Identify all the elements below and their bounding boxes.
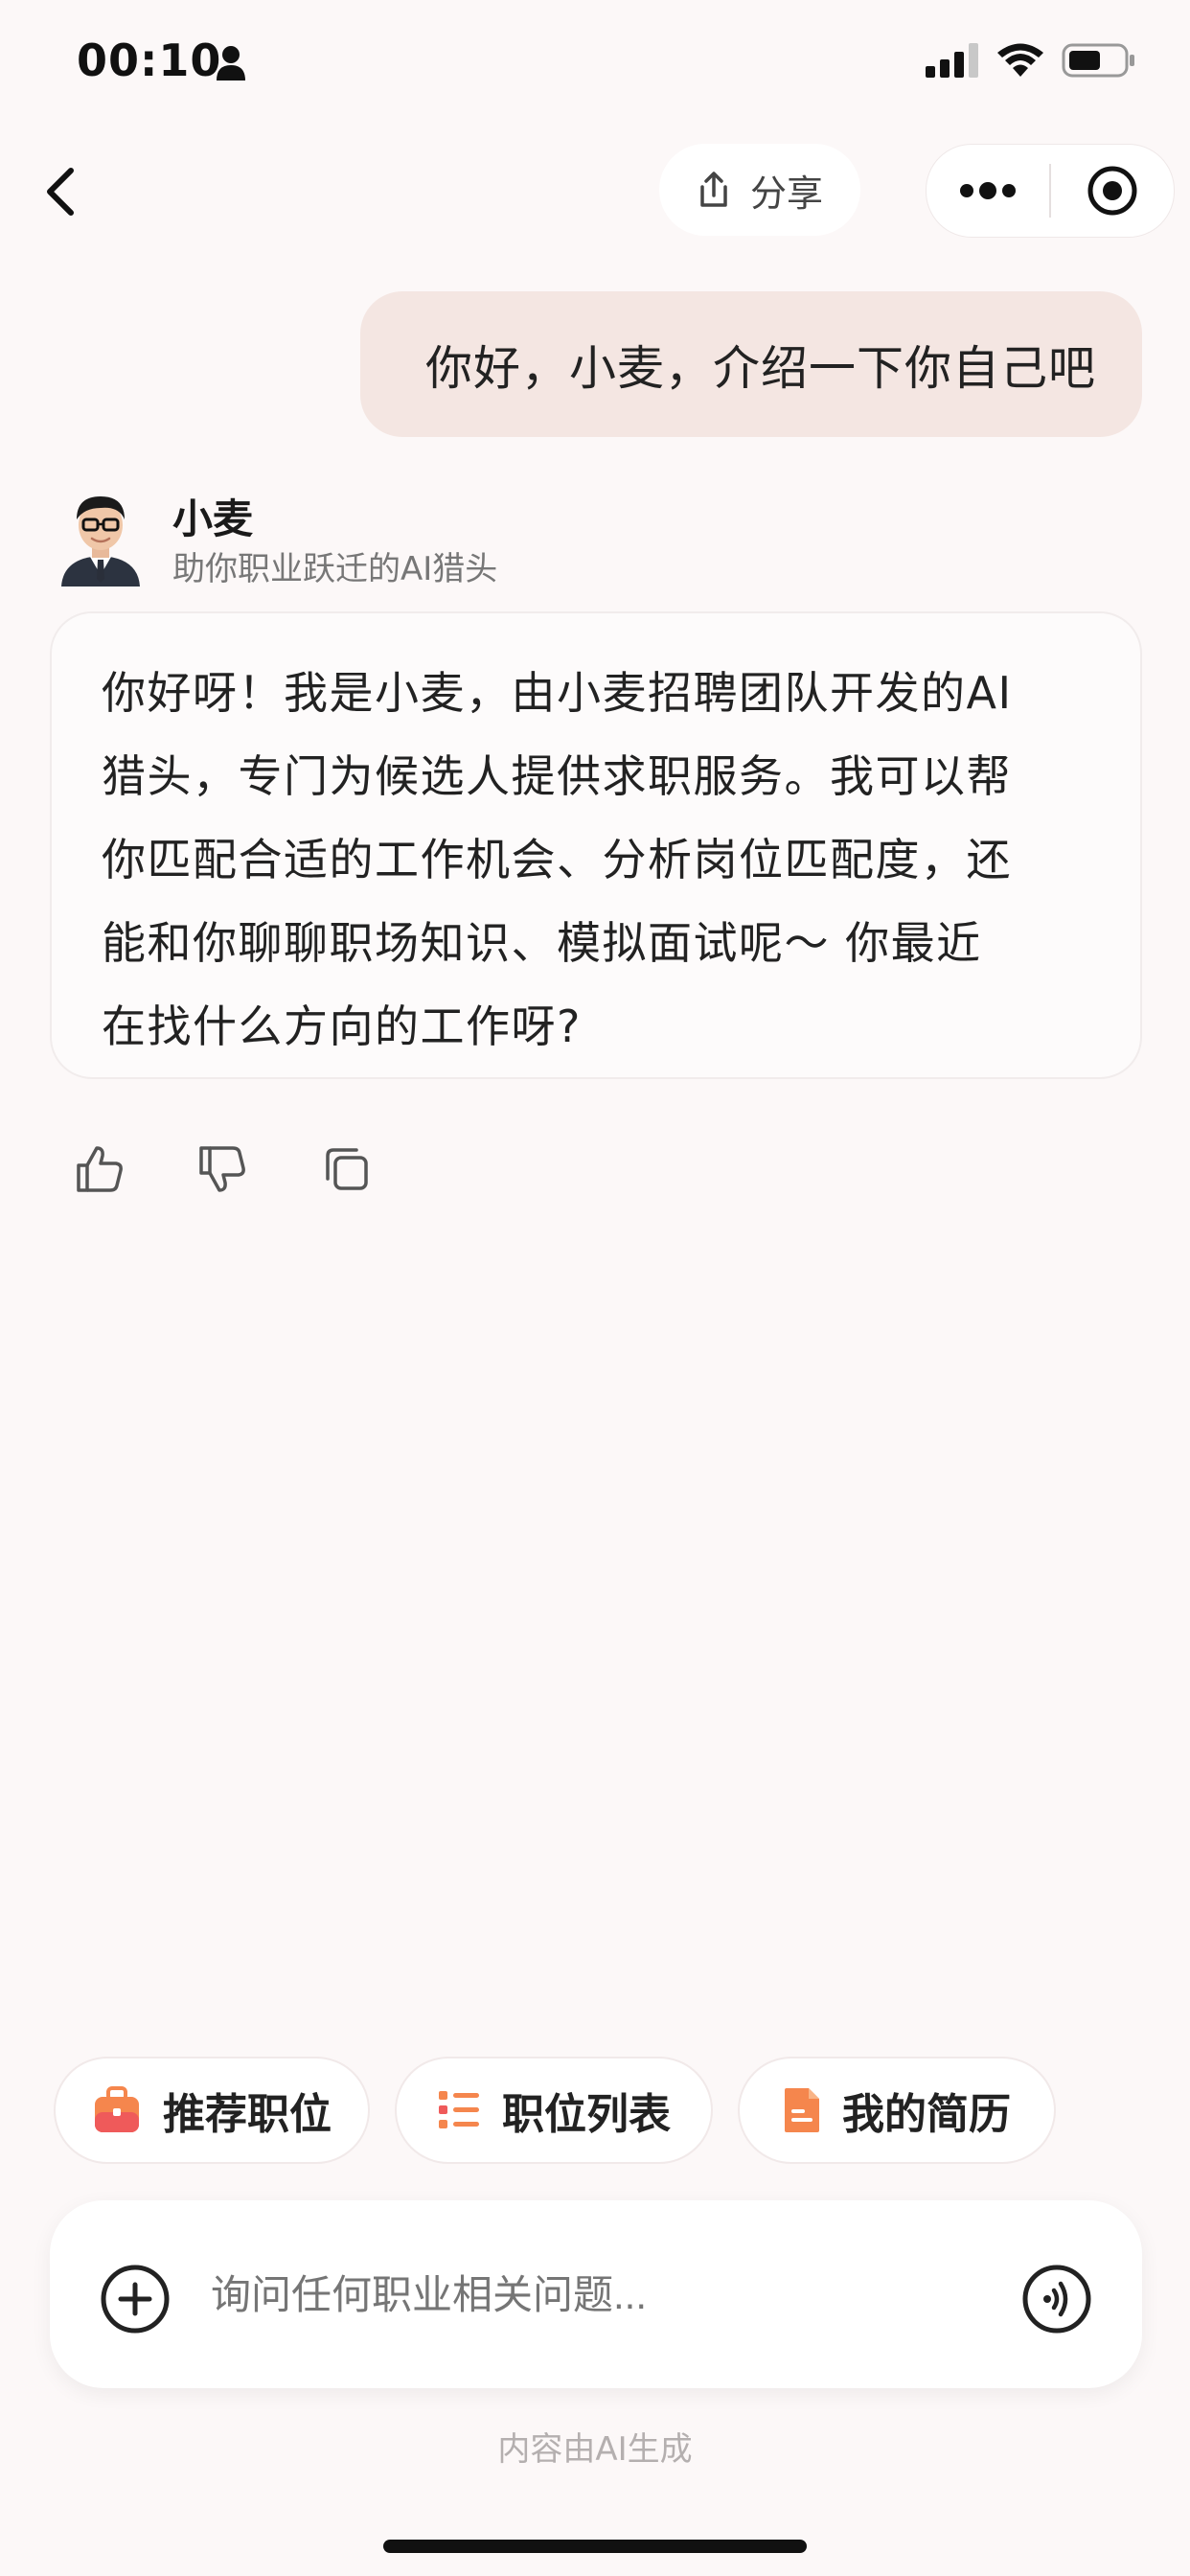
user-message-text: 你好，小麦，介绍一下你自己吧: [424, 340, 1096, 396]
more-dots-icon: [960, 182, 1016, 199]
battery-icon: [1062, 43, 1134, 78]
chip-label: 推荐职位: [163, 2090, 332, 2139]
signal-icon: [926, 43, 978, 78]
reply-line: 能和你聊聊职场知识、模拟面试呢～ 你最近: [102, 917, 982, 969]
bot-subtitle: 助你职业跃迁的AI猎头: [172, 550, 498, 588]
assistant-reply-bubble: 你好呀！我是小麦，由小麦招聘团队开发的AI 猎头，专门为候选人提供求职服务。我可…: [50, 611, 1142, 1079]
wifi-icon: [997, 43, 1043, 77]
thumbs-down-icon[interactable]: [195, 1142, 249, 1196]
document-icon: [785, 2088, 819, 2132]
my-resume-chip[interactable]: 我的简历: [738, 2057, 1056, 2164]
more-button[interactable]: [927, 145, 1049, 237]
status-icons: [926, 42, 1136, 79]
share-label: 分享: [749, 172, 823, 215]
copy-icon[interactable]: [320, 1142, 374, 1196]
chip-label: 职位列表: [502, 2090, 671, 2139]
message-input[interactable]: [209, 2271, 979, 2319]
user-message-bubble: 你好，小麦，介绍一下你自己吧: [360, 291, 1142, 437]
share-button[interactable]: 分享: [659, 144, 860, 236]
home-indicator[interactable]: [383, 2540, 807, 2553]
reply-line: 在找什么方向的工作呀?: [102, 1000, 582, 1052]
plus-circle-icon[interactable]: [100, 2264, 171, 2334]
list-icon: [439, 2091, 479, 2128]
share-icon: [700, 172, 727, 207]
miniprogram-capsule: [926, 144, 1175, 238]
chip-label: 我的简历: [842, 2090, 1011, 2139]
thumbs-up-icon[interactable]: [73, 1142, 126, 1196]
back-button[interactable]: [40, 165, 82, 218]
reply-line: 猎头，专门为候选人提供求职服务。我可以帮: [102, 750, 1012, 802]
bot-name: 小麦: [172, 495, 254, 542]
status-time: 00:10: [77, 34, 222, 86]
briefcase-icon: [95, 2086, 139, 2132]
reply-line: 你匹配合适的工作机会、分析岗位匹配度，还: [102, 834, 1012, 886]
person-icon: [217, 46, 245, 80]
reply-line: 你好呀！我是小麦，由小麦招聘团队开发的AI: [102, 667, 1013, 719]
close-miniprogram-button[interactable]: [1051, 145, 1174, 237]
avatar: [61, 496, 140, 586]
target-circle-icon: [1087, 166, 1137, 216]
recommend-jobs-chip[interactable]: 推荐职位: [54, 2057, 370, 2164]
ai-generated-note: 内容由AI生成: [497, 2430, 693, 2469]
job-list-chip[interactable]: 职位列表: [395, 2057, 713, 2164]
voice-icon[interactable]: [1021, 2264, 1092, 2334]
